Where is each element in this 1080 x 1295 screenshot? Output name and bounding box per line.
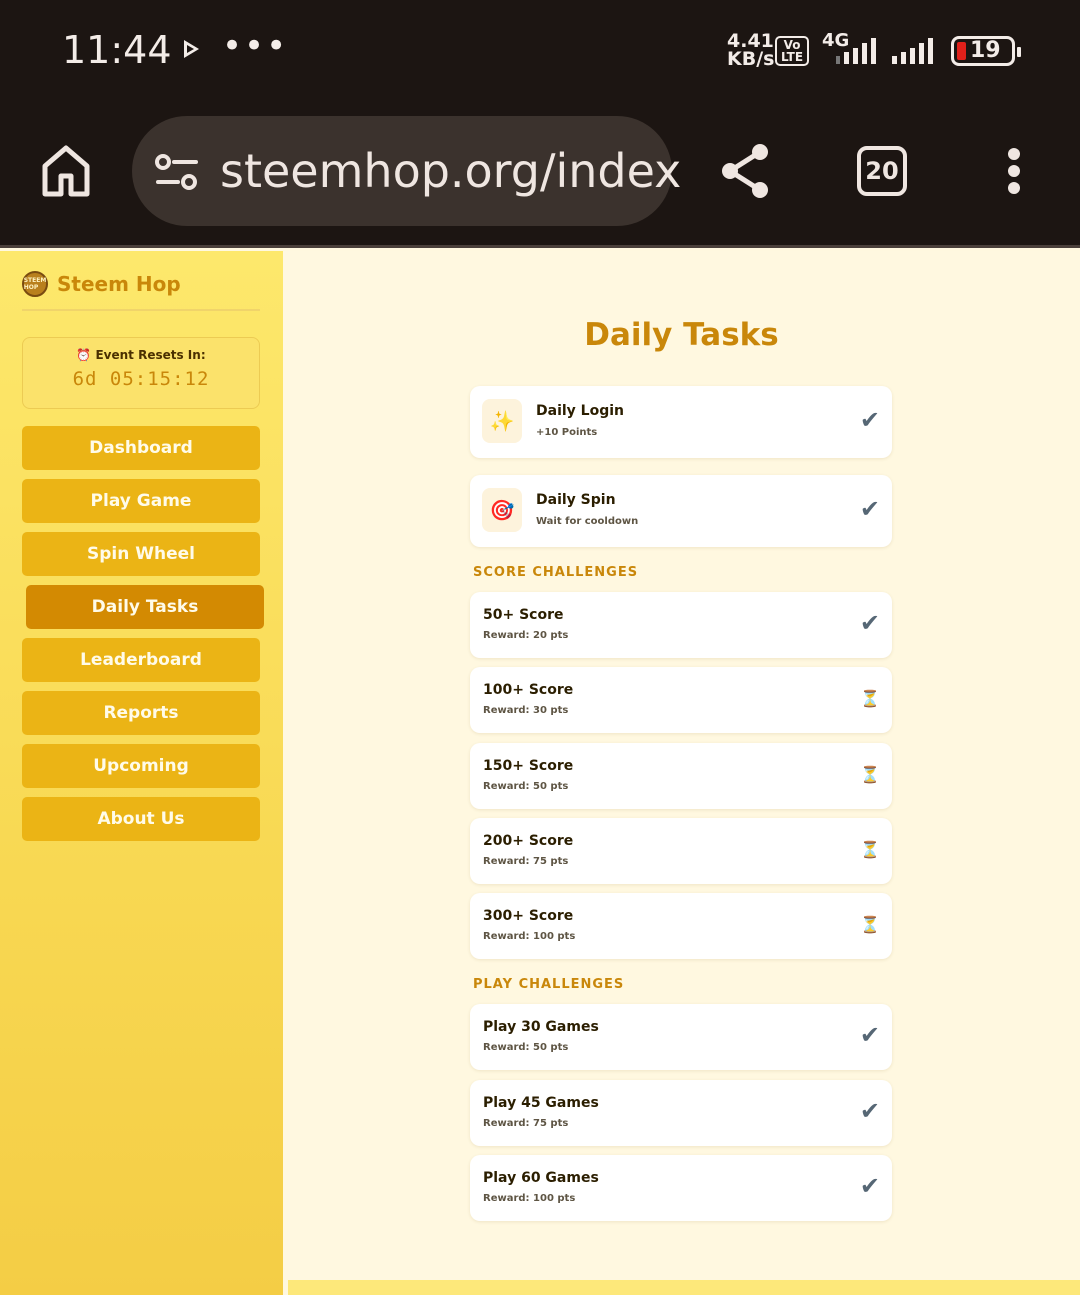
nav-upcoming[interactable]: Upcoming (22, 744, 260, 788)
signal-strength-icon (836, 38, 876, 64)
share-icon[interactable] (718, 142, 772, 200)
task-subtitle: Reward: 100 pts (483, 931, 576, 942)
task-score-100[interactable]: 100+ Score Reward: 30 pts ⏳ (470, 667, 892, 733)
section-heading-play: PLAY CHALLENGES (473, 977, 625, 992)
task-subtitle: Reward: 100 pts (483, 1193, 576, 1204)
task-score-150[interactable]: 150+ Score Reward: 50 pts ⏳ (470, 743, 892, 809)
brand-logo: STEEM HOP (22, 271, 48, 297)
browser-toolbar: steemhop.org/index 20 (0, 100, 1080, 248)
nav-reports[interactable]: Reports (22, 691, 260, 735)
site-settings-icon[interactable] (154, 154, 200, 190)
task-title: 300+ Score (483, 908, 574, 924)
address-bar[interactable]: steemhop.org/index (132, 116, 681, 226)
task-title: Play 45 Games (483, 1095, 599, 1111)
target-icon: 🎯 (482, 488, 522, 532)
page-title: Daily Tasks (584, 317, 779, 353)
volte-badge: Vo LTE (775, 36, 809, 66)
task-title: 100+ Score (483, 682, 574, 698)
url-text: steemhop.org/index (220, 144, 682, 198)
task-subtitle: Reward: 30 pts (483, 705, 569, 716)
sidebar: STEEM HOP Steem Hop ⏰ Event Resets In: 6… (0, 251, 283, 1295)
hourglass-icon: ⏳ (860, 765, 880, 784)
hourglass-icon: ⏳ (860, 840, 880, 859)
checkmark-icon: ✔ (859, 495, 880, 523)
checkmark-icon: ✔ (859, 609, 880, 637)
task-subtitle: Reward: 75 pts (483, 1118, 569, 1129)
nav-daily-tasks[interactable]: Daily Tasks (26, 585, 264, 629)
nav-play-game[interactable]: Play Game (22, 479, 260, 523)
task-title: Daily Spin (536, 492, 616, 508)
task-title: Play 30 Games (483, 1019, 599, 1035)
nav-spin-wheel[interactable]: Spin Wheel (22, 532, 260, 576)
brand[interactable]: STEEM HOP Steem Hop (22, 271, 181, 297)
brand-name: Steem Hop (57, 272, 181, 296)
nav-leaderboard[interactable]: Leaderboard (22, 638, 260, 682)
section-heading-score: SCORE CHALLENGES (473, 565, 639, 580)
checkmark-icon: ✔ (859, 1097, 880, 1125)
battery-level: 19 (970, 38, 1001, 63)
task-score-200[interactable]: 200+ Score Reward: 75 pts ⏳ (470, 818, 892, 884)
hourglass-icon: ⏳ (860, 689, 880, 708)
signal-strength-icon-2 (892, 38, 933, 64)
more-notifications-icon: ••• (222, 26, 289, 66)
task-title: Daily Login (536, 403, 624, 419)
battery-icon: 19 (951, 36, 1021, 66)
speed-unit: KB/s (727, 48, 775, 70)
task-daily-spin[interactable]: 🎯 Daily Spin Wait for cooldown ✔ (470, 475, 892, 547)
event-label: ⏰ Event Resets In: (76, 348, 206, 362)
tab-switcher-button[interactable]: 20 (857, 146, 907, 196)
task-subtitle: Reward: 50 pts (483, 781, 569, 792)
task-daily-login[interactable]: ✨ Daily Login +10 Points ✔ (470, 386, 892, 458)
status-bar: 11:44 ••• 4.41 KB/s Vo LTE 4G 19 (0, 0, 1080, 100)
network-speed: 4.41 KB/s (727, 32, 775, 70)
divider (22, 309, 260, 311)
task-title: Play 60 Games (483, 1170, 599, 1186)
more-options-icon[interactable] (1006, 148, 1022, 194)
nav-dashboard[interactable]: Dashboard (22, 426, 260, 470)
event-timer: 6d 05:15:12 (72, 368, 210, 390)
main-content: Daily Tasks ✨ Daily Login +10 Points ✔ 🎯… (283, 251, 1080, 1295)
task-play-60[interactable]: Play 60 Games Reward: 100 pts ✔ (470, 1155, 892, 1221)
home-icon[interactable] (40, 144, 92, 198)
hourglass-icon: ⏳ (860, 915, 880, 934)
footer-strip (288, 1280, 1080, 1295)
task-title: 50+ Score (483, 607, 564, 623)
checkmark-icon: ✔ (859, 1172, 880, 1200)
task-subtitle: +10 Points (536, 427, 598, 438)
task-subtitle: Wait for cooldown (536, 516, 639, 527)
volte-bottom: LTE (780, 50, 804, 64)
status-time: 11:44 (62, 28, 172, 72)
checkmark-icon: ✔ (859, 406, 880, 434)
checkmark-icon: ✔ (859, 1021, 880, 1049)
task-title: 150+ Score (483, 758, 574, 774)
event-countdown: ⏰ Event Resets In: 6d 05:15:12 (22, 337, 260, 409)
nav-about-us[interactable]: About Us (22, 797, 260, 841)
task-score-300[interactable]: 300+ Score Reward: 100 pts ⏳ (470, 893, 892, 959)
task-title: 200+ Score (483, 833, 574, 849)
sparkles-icon: ✨ (482, 399, 522, 443)
task-play-45[interactable]: Play 45 Games Reward: 75 pts ✔ (470, 1080, 892, 1146)
play-store-icon (184, 40, 199, 58)
task-score-50[interactable]: 50+ Score Reward: 20 pts ✔ (470, 592, 892, 658)
task-subtitle: Reward: 75 pts (483, 856, 569, 867)
task-subtitle: Reward: 20 pts (483, 630, 569, 641)
task-subtitle: Reward: 50 pts (483, 1042, 569, 1053)
task-play-30[interactable]: Play 30 Games Reward: 50 pts ✔ (470, 1004, 892, 1070)
